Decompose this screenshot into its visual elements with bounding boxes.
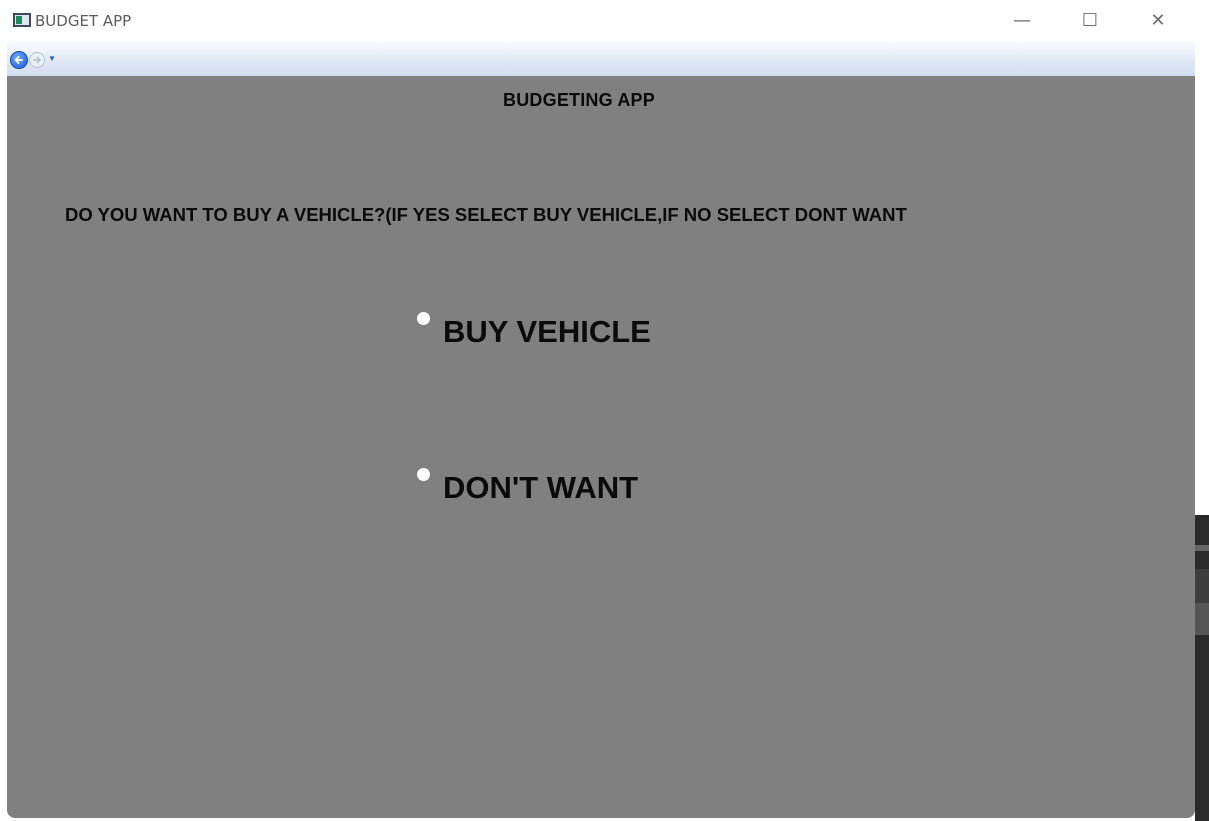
minimize-button[interactable]: — (999, 8, 1045, 34)
chevron-down-icon[interactable]: ▼ (48, 54, 58, 64)
back-arrow-icon[interactable] (10, 51, 28, 69)
vehicle-question: DO YOU WANT TO BUY A VEHICLE?(IF YES SEL… (65, 204, 907, 225)
dont-want-label[interactable]: DON'T WANT (443, 470, 638, 506)
maximize-button[interactable]: ☐ (1067, 8, 1113, 34)
page-title: BUDGETING APP (503, 90, 655, 110)
background-window-edge (1195, 515, 1209, 821)
radio-button-icon[interactable] (417, 468, 430, 481)
app-icon (13, 13, 31, 27)
navigation-bar: ▼ (7, 42, 1195, 77)
window-title: BUDGET APP (35, 12, 132, 30)
radio-button-icon[interactable] (417, 312, 430, 325)
close-button[interactable]: ✕ (1135, 8, 1181, 34)
app-window: BUDGET APP — ☐ ✕ ▼ BUDGETING APP DO YOU … (7, 0, 1195, 818)
forward-arrow-icon[interactable] (29, 52, 45, 68)
buy-vehicle-label[interactable]: BUY VEHICLE (443, 314, 651, 350)
page-content: BUDGETING APP DO YOU WANT TO BUY A VEHIC… (7, 76, 1195, 818)
title-bar[interactable]: BUDGET APP — ☐ ✕ (7, 0, 1195, 42)
